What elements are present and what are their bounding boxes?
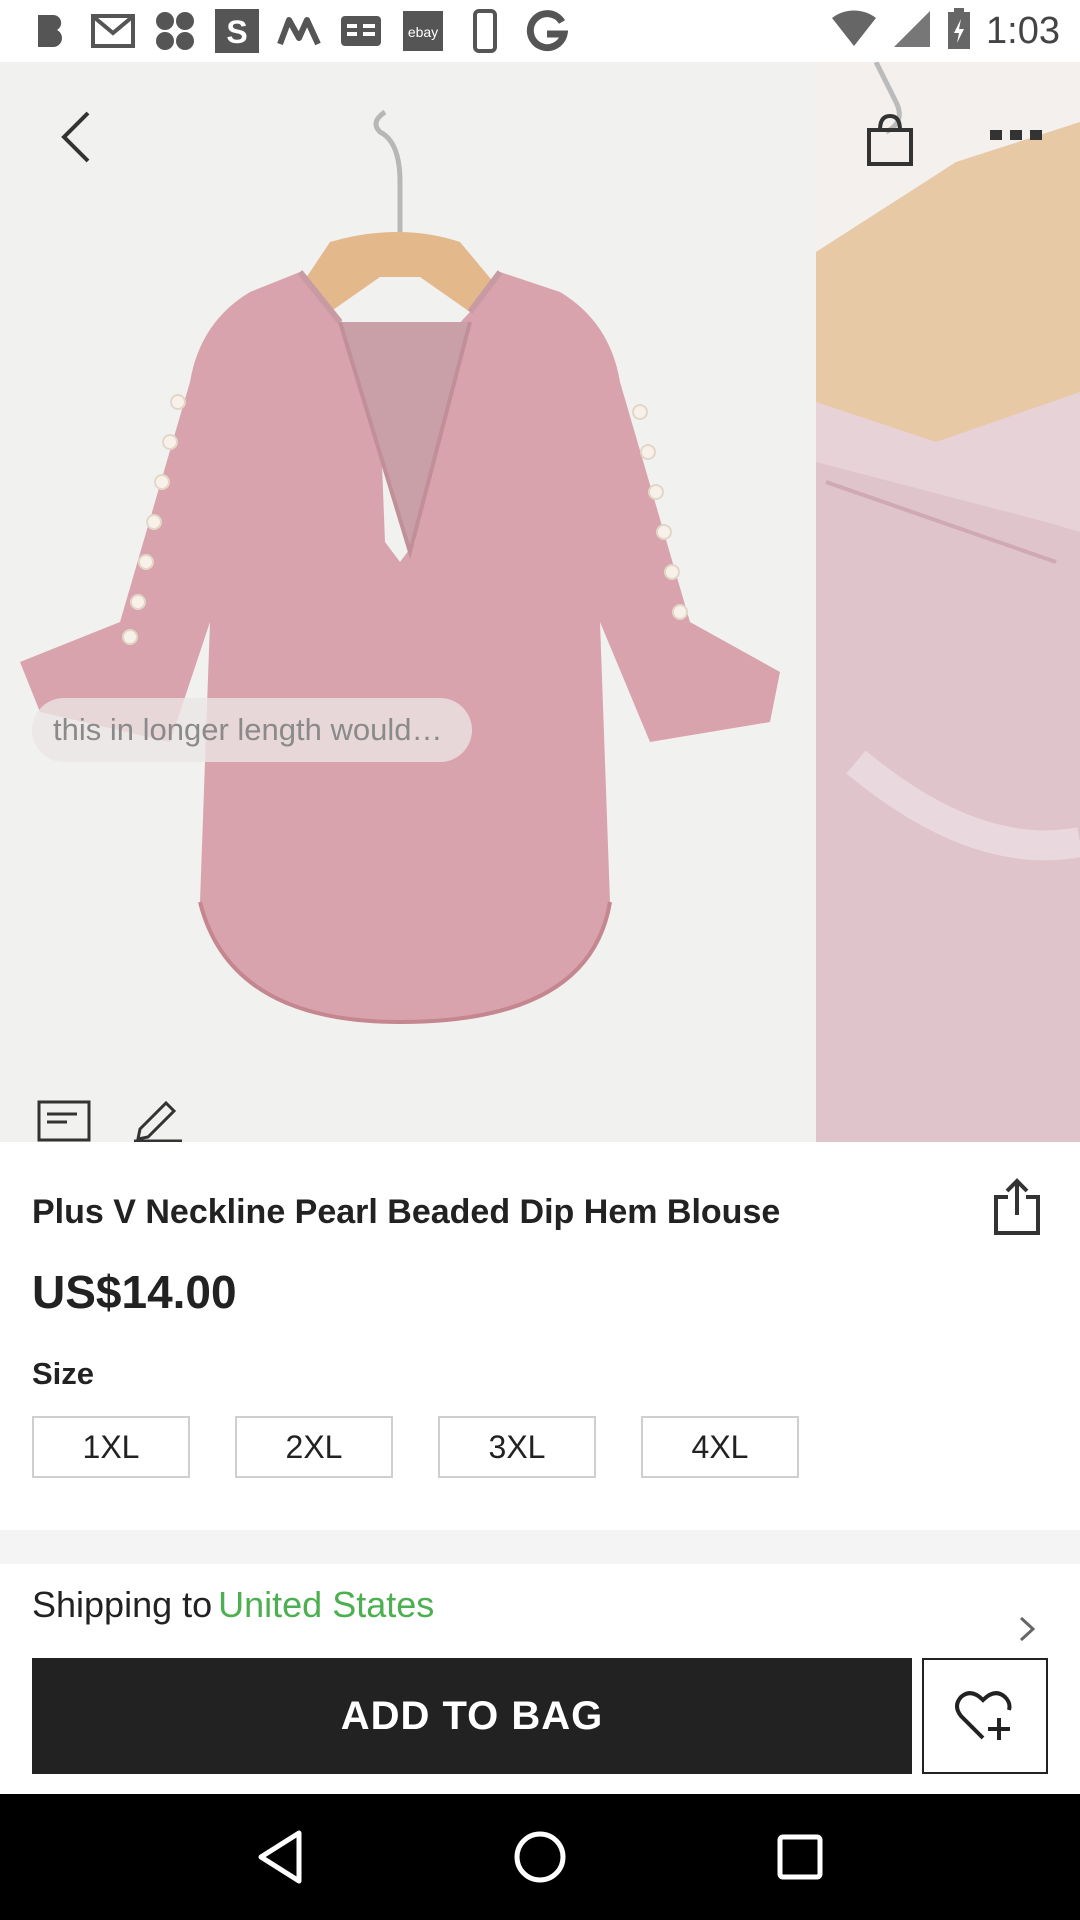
pencil-icon [134, 1100, 182, 1142]
product-image-gallery[interactable]: this in longer length would… [0, 62, 1080, 1142]
shipping-country: United States [218, 1584, 435, 1625]
gmail-icon [90, 8, 136, 54]
system-navigation-bar [0, 1794, 1080, 1920]
nav-home-button[interactable] [500, 1817, 580, 1897]
size-option-1xl[interactable]: 1XL [32, 1416, 190, 1478]
share-button[interactable] [986, 1172, 1048, 1242]
size-label: Size [32, 1356, 95, 1391]
size-options: 1XL 2XL 3XL 4XL [32, 1416, 799, 1478]
shipping-prefix: Shipping to [32, 1584, 213, 1625]
s-app-icon: S [214, 8, 260, 54]
battery-icon [946, 7, 972, 56]
ge-app-icon [338, 8, 384, 54]
product-image-secondary[interactable] [816, 62, 1080, 1142]
product-price: US$14.00 [32, 1266, 237, 1318]
product-title: Plus V Neckline Pearl Beaded Dip Hem Blo… [32, 1193, 781, 1231]
recents-square-icon [777, 1834, 823, 1880]
signal-icon [892, 9, 932, 54]
shipping-destination[interactable]: Shipping to United States [32, 1584, 434, 1626]
section-divider [0, 1530, 1080, 1564]
notification-icons: S ebay [28, 8, 570, 54]
status-bar: S ebay 1:03 [0, 0, 1080, 62]
bold-b-icon [28, 8, 74, 54]
message-lines-icon [37, 1100, 91, 1142]
heart-plus-icon [955, 1691, 1012, 1740]
write-review-button[interactable] [130, 1090, 186, 1142]
chevron-right-icon [1019, 1616, 1036, 1642]
product-image-main[interactable]: this in longer length would… [0, 62, 814, 1142]
wifi-icon [830, 9, 878, 53]
shipping-chevron[interactable] [1010, 1612, 1044, 1646]
m-app-icon [276, 8, 322, 54]
shopping-bag-button[interactable] [860, 105, 920, 175]
size-option-2xl[interactable]: 2XL [235, 1416, 393, 1478]
bottom-action-bar: ADD TO BAG [0, 1646, 1080, 1794]
nav-recents-button[interactable] [760, 1817, 840, 1897]
reviews-button[interactable] [36, 1098, 92, 1142]
ebay-icon: ebay [400, 8, 446, 54]
pinwheel-icon [152, 8, 198, 54]
home-circle-icon [514, 1831, 566, 1883]
share-icon [994, 1178, 1040, 1235]
size-option-4xl[interactable]: 4XL [641, 1416, 799, 1478]
more-horizontal-icon [990, 130, 1042, 140]
clock: 1:03 [986, 9, 1060, 52]
google-icon [524, 8, 570, 54]
phone-device-icon [462, 8, 508, 54]
chevron-left-icon [61, 111, 90, 163]
add-to-bag-button[interactable]: ADD TO BAG [32, 1658, 912, 1774]
nav-back-button[interactable] [240, 1817, 320, 1897]
svg-text:ebay: ebay [408, 24, 438, 40]
system-status: 1:03 [830, 7, 1060, 56]
back-triangle-icon [258, 1830, 302, 1884]
size-option-3xl[interactable]: 3XL [438, 1416, 596, 1478]
svg-text:S: S [226, 14, 247, 50]
review-comment-bubble[interactable]: this in longer length would… [32, 698, 472, 762]
back-button[interactable] [46, 97, 106, 177]
add-to-wishlist-button[interactable] [922, 1658, 1048, 1774]
shopping-bag-icon [867, 113, 913, 166]
more-options-button[interactable] [980, 115, 1052, 155]
